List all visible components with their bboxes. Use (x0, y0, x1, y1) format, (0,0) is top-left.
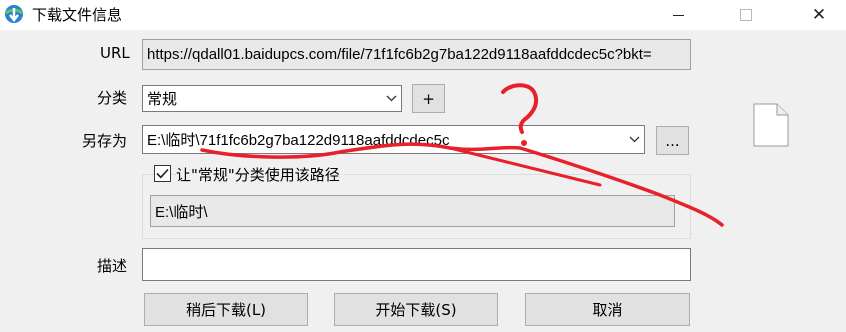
minimize-button[interactable] (655, 0, 701, 30)
category-label: 分类 (97, 89, 128, 107)
start-download-label: 开始下载(S) (375, 301, 457, 319)
chevron-down-icon (381, 86, 401, 111)
idm-globe-icon (5, 5, 23, 23)
save-as-label: 另存为 (82, 132, 128, 150)
add-category-label: + (422, 89, 435, 108)
category-path-value: E:\临时\ (155, 203, 208, 221)
url-value: https://qdall01.baidupcs.com/file/71f1fc… (147, 46, 652, 63)
chevron-down-icon (624, 126, 644, 153)
category-value: 常规 (147, 91, 178, 108)
window-title: 下载文件信息 (32, 6, 123, 24)
category-select[interactable]: 常规 (142, 85, 402, 112)
cancel-label: 取消 (592, 301, 623, 319)
description-label: 描述 (97, 257, 128, 275)
download-later-button[interactable]: 稍后下载(L) (144, 293, 308, 326)
use-path-checkbox[interactable] (154, 165, 171, 182)
use-path-checkbox-label[interactable]: 让"常规"分类使用该路径 (176, 164, 344, 185)
close-icon: ✕ (811, 4, 827, 25)
close-button[interactable]: ✕ (796, 0, 842, 30)
browse-button[interactable]: ... (656, 126, 689, 155)
save-as-value: E:\临时\71f1fc6b2g7ba122d9118aafddcdec5c (147, 132, 450, 149)
start-download-button[interactable]: 开始下载(S) (334, 293, 498, 326)
description-input[interactable] (142, 248, 691, 281)
url-field[interactable]: https://qdall01.baidupcs.com/file/71f1fc… (142, 39, 691, 70)
maximize-icon (740, 9, 752, 21)
save-as-combo[interactable]: E:\临时\71f1fc6b2g7ba122d9118aafddcdec5c (142, 125, 645, 154)
cancel-button[interactable]: 取消 (525, 293, 690, 326)
browse-label: ... (665, 131, 680, 150)
title-bar: 下载文件信息 ✕ (0, 0, 846, 30)
url-label: URL (100, 44, 130, 62)
maximize-button[interactable] (723, 0, 769, 30)
category-path-field: E:\临时\ (150, 195, 675, 227)
add-category-button[interactable]: + (412, 84, 445, 113)
checkmark-icon (156, 168, 169, 179)
download-later-label: 稍后下载(L) (185, 301, 267, 319)
file-icon (753, 103, 789, 147)
minimize-icon (672, 14, 684, 16)
